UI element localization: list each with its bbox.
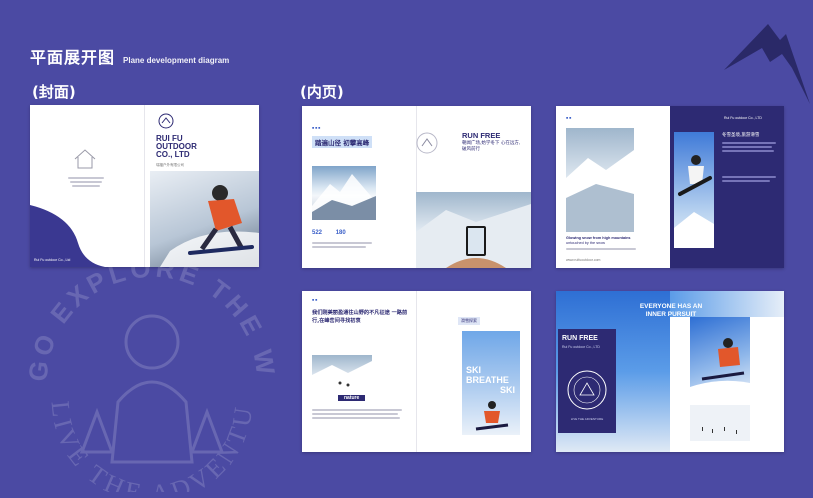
adventure-badge-icon xyxy=(567,370,607,410)
snow-ridge-icon xyxy=(566,150,634,232)
cover-skier-photo xyxy=(150,171,259,267)
inner-spread-1: ■ ■ ■ 踏遍山径 初攀高峰 522 180 RUN FREE 朝闻广场,始学… xyxy=(302,106,531,268)
mountain-logo-icon xyxy=(724,24,810,104)
headline-line-1: EVERYONE HAS AN xyxy=(639,303,703,310)
badge-text: LIVE THE ADVENTURE xyxy=(570,417,604,421)
spread1-hand-phone-photo xyxy=(416,192,531,268)
tiny-skiers-icon xyxy=(702,427,737,434)
inner-spread-2: ■ ■ Glowing snow from high mountains unt… xyxy=(556,106,784,268)
ski-word-2: BREATHE xyxy=(466,375,509,385)
page-marker: ■ ■ xyxy=(566,116,572,120)
hikers-icon xyxy=(312,361,372,399)
cover-section-label: (封面) xyxy=(32,83,76,101)
mountain-peak-icon xyxy=(312,174,376,220)
ski-word-3: SKI xyxy=(500,385,516,395)
spread3-tag: 滑雪探索 xyxy=(458,317,480,325)
nature-label: nature xyxy=(338,395,366,401)
run-free-card: RUN FREE Rui Fu outdoor Co., LTD LIVE TH… xyxy=(558,329,616,433)
spread4-skier-photo xyxy=(690,317,750,401)
skier-pose-icon xyxy=(475,401,509,431)
stat-1: 522 xyxy=(312,230,323,236)
page-marker: ■ ■ ■ xyxy=(312,126,321,130)
spread3-ski-poster: SKI BREATHE SKI xyxy=(462,331,520,435)
title-english: Plane development diagram xyxy=(123,56,230,65)
spread1-heading: 踏遍山径 初攀高峰 xyxy=(312,136,373,148)
page-header: 平面展开图 Plane development diagram xyxy=(30,44,229,68)
watermark-badge: GO EXPLORE THE WORLD LIVE THE ADVENTURE xyxy=(22,262,282,492)
spread2-footer: www.ruifuoutdoor.com xyxy=(566,258,601,262)
spread1-run-free-sub: 朝闻广场,始学冬下 心在远方,破风前行 xyxy=(462,141,521,152)
brand-circle-logo-icon xyxy=(158,113,174,129)
spread2-body-heading: 冬雪圣境,旅游滑雪 xyxy=(722,133,760,138)
cover-footer: Rui Fu outdoor Co., Ltd xyxy=(34,258,71,262)
cover-brand: RUI FU OUTDOOR CO., LTD xyxy=(156,135,197,159)
spread2-snowboarder-photo xyxy=(674,132,714,248)
skier-icon xyxy=(160,185,259,267)
spread2-snow-mountain-photo xyxy=(566,128,634,232)
skier-jump-icon xyxy=(690,338,750,401)
spread4-run-free-sub: Rui Fu outdoor Co., LTD xyxy=(562,345,600,349)
spread3-heading: 我们刚美丽盈通往山野的不凡征途 一路前行,在峰峦间寻找初衷 xyxy=(312,310,408,324)
inner-section-label: (内页) xyxy=(300,83,344,101)
spread4-run-free: RUN FREE xyxy=(562,335,598,342)
phone-in-hand-icon xyxy=(416,204,531,268)
brand-cn: 瑞福户外有限公司 xyxy=(156,163,184,167)
title-chinese: 平面展开图 xyxy=(30,48,116,67)
emblem-circle-icon xyxy=(416,132,438,154)
spread3-hikers-photo xyxy=(312,355,372,399)
svg-text:GO EXPLORE THE WORLD: GO EXPLORE THE WORLD xyxy=(22,262,282,383)
ski-word-1: SKI xyxy=(466,365,482,375)
page-marker: ■ ■ xyxy=(312,298,318,302)
spread1-run-free: RUN FREE xyxy=(462,131,501,140)
spread4-snowfield-photo xyxy=(690,405,750,441)
watermark-top-text: GO EXPLORE THE WORLD xyxy=(22,262,278,383)
spread2-company: Rui Fu outdoor Co., LTD xyxy=(724,116,762,120)
spread1-mountain-photo xyxy=(312,166,376,220)
brand-line-3: CO., LTD xyxy=(156,150,190,159)
inner-spread-3: ■ ■ 我们刚美丽盈通往山野的不凡征途 一路前行,在峰峦间寻找初衷 nature… xyxy=(302,291,531,452)
spread2-caption-title: Glowing snow from high mountains xyxy=(566,236,631,240)
stat-2: 180 xyxy=(335,230,346,236)
cover-page: Rui Fu outdoor Co., Ltd RUI FU OUTDOOR C… xyxy=(30,105,259,267)
snowboarder-icon xyxy=(674,155,714,248)
spread2-caption-sub: untouched by the snow xyxy=(566,241,606,245)
house-logo-icon xyxy=(74,149,96,169)
inner-spread-4: EVERYONE HAS AN INNER PURSUIT RUN FREE R… xyxy=(556,291,784,452)
